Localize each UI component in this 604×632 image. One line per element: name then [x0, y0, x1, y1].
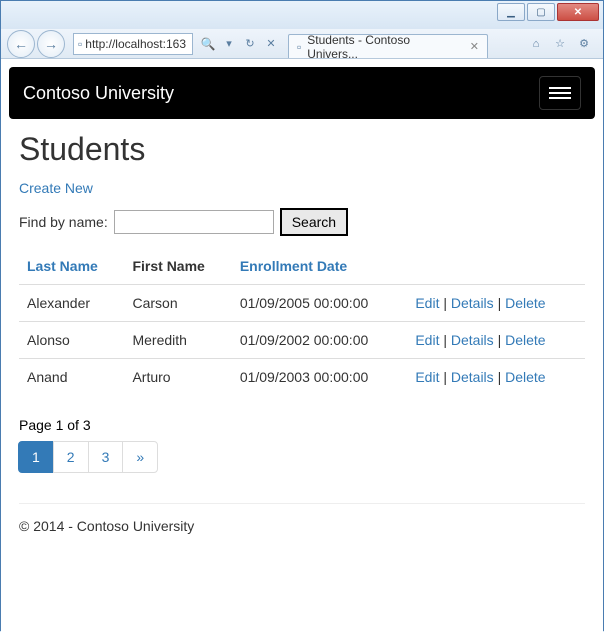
minimize-button[interactable]: ▁ [497, 3, 525, 21]
tab-close-icon[interactable]: ✕ [470, 40, 479, 53]
table-row: AlexanderCarson01/09/2005 00:00:00Edit |… [19, 285, 585, 322]
table-row: AlonsoMeredith01/09/2002 00:00:00Edit | … [19, 322, 585, 359]
page-2[interactable]: 2 [53, 441, 89, 473]
cell-enrollment-date: 01/09/2005 00:00:00 [232, 285, 408, 322]
pagination: 123» [19, 441, 585, 473]
search-label: Find by name: [19, 214, 108, 230]
cell-first-name: Carson [124, 285, 231, 322]
tools-icon[interactable]: ⚙ [575, 35, 593, 53]
details-link[interactable]: Details [451, 369, 494, 385]
back-button[interactable]: ← [7, 30, 35, 58]
details-link[interactable]: Details [451, 295, 494, 311]
address-bar[interactable]: ▫ http://localhost:163 [73, 33, 193, 55]
site-navbar: Contoso University [9, 67, 595, 119]
stop-icon[interactable]: ✕ [262, 35, 280, 53]
col-header-enrollment-date[interactable]: Enrollment Date [240, 258, 347, 274]
footer-divider [19, 503, 585, 504]
details-link[interactable]: Details [451, 332, 494, 348]
search-input[interactable] [114, 210, 274, 234]
create-new-link[interactable]: Create New [19, 180, 93, 196]
cell-enrollment-date: 01/09/2003 00:00:00 [232, 359, 408, 396]
page-3[interactable]: 3 [88, 441, 124, 473]
url-text: http://localhost:163 [85, 37, 186, 51]
page-title: Students [19, 131, 585, 168]
tab-title: Students - Contoso Univers... [307, 33, 464, 61]
close-button[interactable]: ✕ [557, 3, 599, 21]
browser-tab[interactable]: ▫ Students - Contoso Univers... ✕ [288, 34, 488, 58]
page-icon: ▫ [78, 37, 82, 51]
delete-link[interactable]: Delete [505, 295, 545, 311]
page-next[interactable]: » [122, 441, 158, 473]
delete-link[interactable]: Delete [505, 369, 545, 385]
browser-toolbar: ← → ▫ http://localhost:163 🔍 ▾ ↻ ✕ ▫ Stu… [1, 29, 603, 59]
pager-info: Page 1 of 3 [19, 417, 585, 433]
maximize-button[interactable]: ▢ [527, 3, 555, 21]
footer-text: © 2014 - Contoso University [19, 518, 585, 548]
cell-last-name: Anand [19, 359, 124, 396]
cell-last-name: Alonso [19, 322, 124, 359]
delete-link[interactable]: Delete [505, 332, 545, 348]
edit-link[interactable]: Edit [415, 295, 439, 311]
nav-toggle-button[interactable] [539, 76, 581, 110]
table-row: AnandArturo01/09/2003 00:00:00Edit | Det… [19, 359, 585, 396]
addressbar-dropdown-icon[interactable]: ▾ [220, 35, 238, 53]
search-button[interactable]: Search [280, 208, 348, 236]
forward-button[interactable]: → [37, 30, 65, 58]
refresh-icon[interactable]: ↻ [241, 35, 259, 53]
col-header-first-name: First Name [124, 248, 231, 285]
favorites-icon[interactable]: ☆ [551, 35, 569, 53]
cell-last-name: Alexander [19, 285, 124, 322]
search-icon[interactable]: 🔍 [199, 35, 217, 53]
window-titlebar: ▁ ▢ ✕ [1, 1, 603, 29]
edit-link[interactable]: Edit [415, 369, 439, 385]
brand-link[interactable]: Contoso University [23, 83, 174, 104]
cell-first-name: Arturo [124, 359, 231, 396]
cell-first-name: Meredith [124, 322, 231, 359]
edit-link[interactable]: Edit [415, 332, 439, 348]
students-table: Last Name First Name Enrollment Date Ale… [19, 248, 585, 395]
home-icon[interactable]: ⌂ [527, 35, 545, 53]
page-1[interactable]: 1 [18, 441, 54, 473]
tab-favicon: ▫ [297, 40, 301, 54]
col-header-last-name[interactable]: Last Name [27, 258, 98, 274]
cell-enrollment-date: 01/09/2002 00:00:00 [232, 322, 408, 359]
